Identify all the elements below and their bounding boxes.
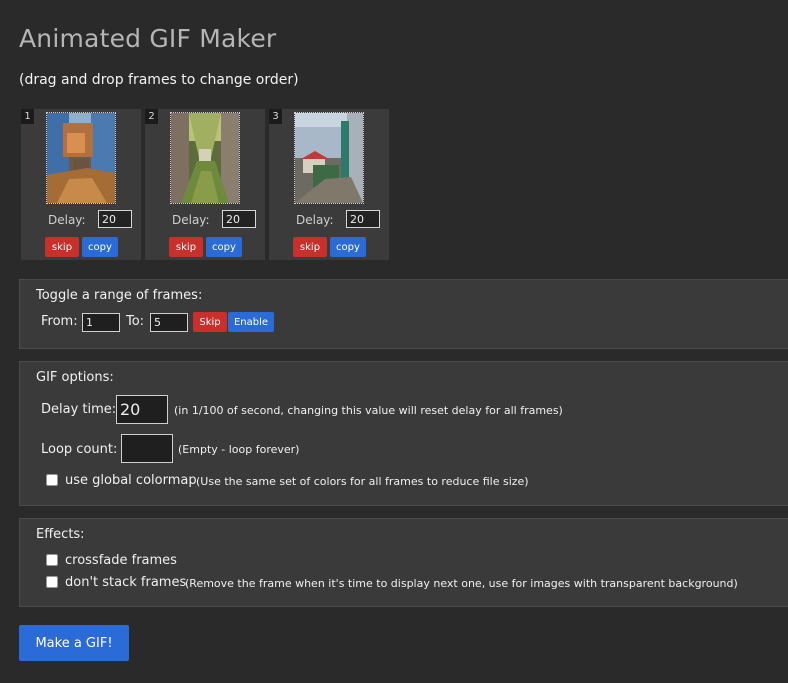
delay-time-input[interactable] xyxy=(116,395,168,424)
crossfade-label[interactable]: crossfade frames xyxy=(65,553,177,568)
from-label: From: xyxy=(41,314,78,329)
dont-stack-checkbox[interactable] xyxy=(46,576,58,588)
effects-title: Effects: xyxy=(36,527,85,542)
global-colormap-hint: (Use the same set of colors for all fram… xyxy=(196,475,529,488)
skip-button[interactable]: skip xyxy=(45,237,79,257)
delay-time-label: Delay time: xyxy=(41,402,117,417)
copy-button[interactable]: copy xyxy=(206,237,242,257)
loop-count-label: Loop count: xyxy=(41,442,118,457)
frame-thumbnail[interactable] xyxy=(170,112,240,204)
range-skip-button[interactable]: Skip xyxy=(193,312,227,332)
delay-time-hint: (in 1/100 of second, changing this value… xyxy=(174,404,563,417)
crossfade-checkbox[interactable] xyxy=(46,554,58,566)
gif-options-panel: GIF options: Delay time: (in 1/100 of se… xyxy=(19,361,788,506)
frame-number: 2 xyxy=(145,109,158,124)
page-title: Animated GIF Maker xyxy=(19,24,277,53)
loop-count-hint: (Empty - loop forever) xyxy=(178,443,300,456)
to-label: To: xyxy=(126,314,145,329)
global-colormap-label[interactable]: use global colormap xyxy=(65,473,197,488)
frame-card[interactable]: 3 Delay: skip copy xyxy=(269,109,389,260)
skip-button[interactable]: skip xyxy=(293,237,327,257)
from-input[interactable] xyxy=(82,313,120,332)
range-enable-button[interactable]: Enable xyxy=(228,312,274,332)
effects-panel: Effects: crossfade frames don't stack fr… xyxy=(19,518,788,607)
gif-options-title: GIF options: xyxy=(36,370,114,385)
dont-stack-label[interactable]: don't stack frames xyxy=(65,575,186,590)
page-subtitle: (drag and drop frames to change order) xyxy=(19,72,299,88)
frame-number: 3 xyxy=(269,109,282,124)
toggle-range-panel: Toggle a range of frames: From: To: Skip… xyxy=(19,279,788,349)
frame-delay-input[interactable] xyxy=(222,210,256,228)
to-input[interactable] xyxy=(150,313,188,332)
dont-stack-hint: (Remove the frame when it's time to disp… xyxy=(185,577,738,590)
delay-label: Delay: xyxy=(172,213,210,227)
loop-count-input[interactable] xyxy=(121,434,173,463)
copy-button[interactable]: copy xyxy=(82,237,118,257)
frame-delay-input[interactable] xyxy=(98,210,132,228)
make-gif-button[interactable]: Make a GIF! xyxy=(19,625,129,661)
frame-card[interactable]: 1 Delay: skip copy xyxy=(21,109,141,260)
toggle-range-title: Toggle a range of frames: xyxy=(36,288,203,303)
frame-card[interactable]: 2 Delay: skip copy xyxy=(145,109,265,260)
skip-button[interactable]: skip xyxy=(169,237,203,257)
frame-thumbnail[interactable] xyxy=(294,112,364,204)
global-colormap-checkbox[interactable] xyxy=(46,474,58,486)
delay-label: Delay: xyxy=(296,213,334,227)
delay-label: Delay: xyxy=(48,213,86,227)
copy-button[interactable]: copy xyxy=(330,237,366,257)
frame-delay-input[interactable] xyxy=(346,210,380,228)
frame-thumbnail[interactable] xyxy=(46,112,116,204)
frame-number: 1 xyxy=(21,109,34,124)
